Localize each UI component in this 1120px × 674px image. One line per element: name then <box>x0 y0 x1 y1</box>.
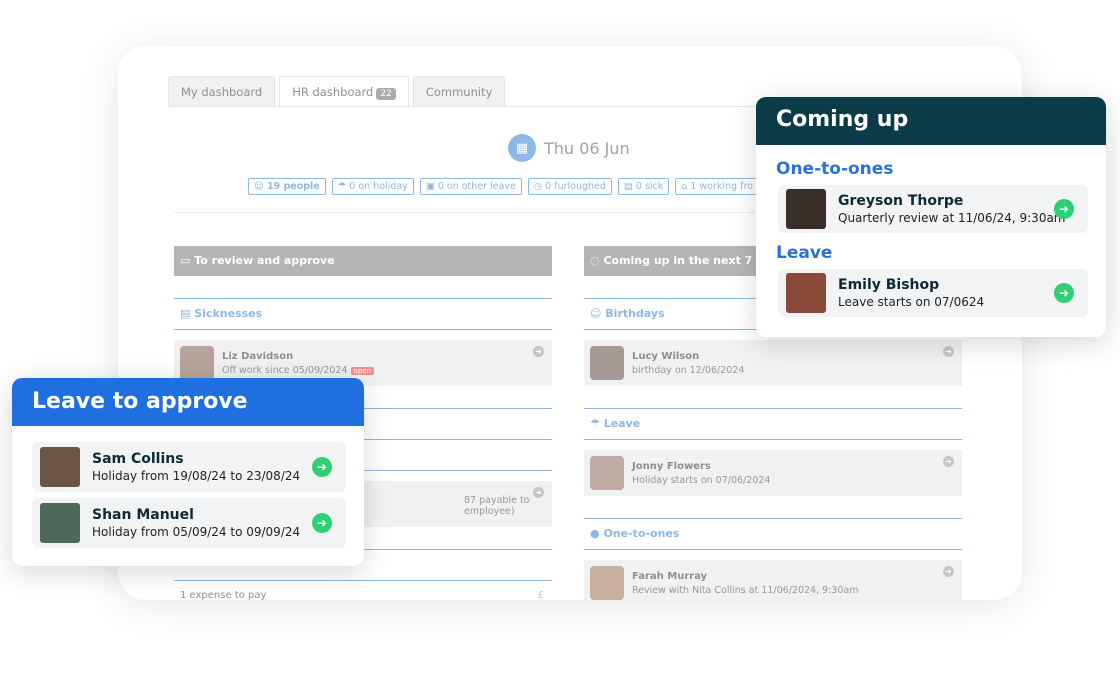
card-header: Coming up <box>756 97 1106 145</box>
detail-text: Holiday starts on 07/06/2024 <box>632 474 771 486</box>
person-name: Emily Bishop <box>838 277 940 293</box>
person-name: Shan Manuel <box>92 507 194 523</box>
card-header: Leave to approve <box>12 378 364 426</box>
arrow-right-icon[interactable]: ➜ <box>943 346 954 357</box>
arrow-right-icon[interactable]: ➜ <box>943 566 954 577</box>
avatar <box>786 189 826 229</box>
leave-request-item[interactable]: Sam Collins Holiday from 19/08/24 to 23/… <box>32 442 346 492</box>
stat-furloughed[interactable]: ◷ 0 furloughed <box>527 178 612 195</box>
arrow-right-icon[interactable]: ➜ <box>1054 283 1074 303</box>
section-label: Sicknesses <box>194 307 263 320</box>
stat-holiday[interactable]: ☂ 0 on holiday <box>331 178 414 195</box>
stat-text: 19 people <box>266 181 320 192</box>
current-date: Thu 06 Jun <box>544 138 630 158</box>
avatar <box>590 456 624 490</box>
one-to-one-item[interactable]: Greyson Thorpe Quarterly review at 11/06… <box>778 185 1088 233</box>
avatar <box>180 346 214 380</box>
stat-other-leave[interactable]: ▣ 0 on other leave <box>419 178 522 195</box>
leave-to-approve-card: Leave to approve Sam Collins Holiday fro… <box>12 378 364 566</box>
stat-text: 1 working fro <box>690 181 753 192</box>
leave-request-item[interactable]: Shan Manuel Holiday from 05/09/24 to 09/… <box>32 498 346 548</box>
detail-text: Quarterly review at 11/06/24, 9:30am <box>838 211 1066 225</box>
expense-row[interactable]: 1 expense to pay £ <box>174 581 552 600</box>
section-label: One-to-ones <box>603 527 680 540</box>
card-title: Coming up <box>776 107 909 132</box>
section-label: Leave <box>603 417 641 430</box>
status-badge: open <box>350 366 375 375</box>
person-name: Liz Davidson <box>222 350 294 362</box>
arrow-right-icon[interactable]: ➜ <box>943 456 954 467</box>
tab-label: HR dashboard <box>292 85 374 99</box>
arrow-right-icon[interactable]: ➜ <box>312 513 332 533</box>
list-item[interactable]: Lucy Wilson birthday on 12/06/2024 ➜ <box>584 340 962 386</box>
avatar <box>40 447 80 487</box>
stat-text: 0 furloughed <box>545 181 606 192</box>
column-title: To review and approve <box>194 254 335 267</box>
detail-text: Holiday from 05/09/24 to 09/09/24 <box>92 525 301 539</box>
stat-working[interactable]: ⌂ 1 working fro <box>675 178 759 195</box>
expense-text: 1 expense to pay <box>180 590 267 600</box>
detail-text: Leave starts on 07/0624 <box>838 295 985 309</box>
coming-up-card: Coming up One-to-ones Greyson Thorpe Qua… <box>756 97 1106 337</box>
list-item[interactable]: Jonny Flowers Holiday starts on 07/06/20… <box>584 450 962 496</box>
leave-item[interactable]: Emily Bishop Leave starts on 07/0624 ➜ <box>778 269 1088 317</box>
avatar <box>786 273 826 313</box>
tab-bar: My dashboard HR dashboard 22 Community <box>168 76 506 107</box>
tab-hr-dashboard[interactable]: HR dashboard 22 <box>279 76 409 107</box>
stats-bar: ☺ 19 people ☂ 0 on holiday ▣ 0 on other … <box>248 178 759 195</box>
count-badge: 22 <box>376 88 396 100</box>
section-one-to-ones: One-to-ones <box>776 159 894 179</box>
person-name: Sam Collins <box>92 451 184 467</box>
section-label: Birthdays <box>605 307 665 320</box>
arrow-right-icon[interactable]: ➜ <box>533 487 544 498</box>
avatar <box>590 346 624 380</box>
calendar-icon: ▦ <box>508 134 536 162</box>
stat-sick[interactable]: ▤ 0 sick <box>617 178 670 195</box>
arrow-right-icon[interactable]: ➜ <box>533 346 544 357</box>
person-name: Jonny Flowers <box>632 460 711 472</box>
detail-text: Off work since 05/09/2024 <box>222 364 348 376</box>
arrow-right-icon[interactable]: ➜ <box>1054 199 1074 219</box>
stat-text: 0 sick <box>635 181 664 192</box>
tab-my-dashboard[interactable]: My dashboard <box>168 76 276 107</box>
person-name: Farah Murray <box>632 570 708 582</box>
list-item[interactable]: Farah Murray Review with Nita Collins at… <box>584 560 962 600</box>
avatar <box>590 566 624 600</box>
section-one-to-ones: ● One-to-ones <box>584 518 962 550</box>
stat-text: 0 on holiday <box>349 181 408 192</box>
section-leave: Leave <box>776 243 833 263</box>
section-sicknesses: ▤ Sicknesses <box>174 298 552 330</box>
arrow-right-icon[interactable]: ➜ <box>312 457 332 477</box>
person-name: Lucy Wilson <box>632 350 700 362</box>
column-title: Coming up in the next 7 da <box>603 254 772 267</box>
detail-text: Holiday from 19/08/24 to 23/08/24 <box>92 469 301 483</box>
avatar <box>40 503 80 543</box>
stat-text: 0 on other leave <box>437 181 516 192</box>
detail-text: birthday on 12/06/2024 <box>632 364 745 376</box>
tab-label: Community <box>425 85 493 99</box>
detail-text: Review with Nita Collins at 11/06/2024, … <box>632 584 859 596</box>
tab-label: My dashboard <box>181 85 263 99</box>
tab-community[interactable]: Community <box>412 76 506 107</box>
card-title: Leave to approve <box>32 389 248 414</box>
section-leave: ☂ Leave <box>584 408 962 440</box>
date-header: ▦ Thu 06 Jun <box>508 134 630 162</box>
person-name: Greyson Thorpe <box>838 193 964 209</box>
column-header: ▭ To review and approve <box>174 246 552 276</box>
pound-icon: £ <box>537 590 544 600</box>
stat-people[interactable]: ☺ 19 people <box>248 178 326 195</box>
